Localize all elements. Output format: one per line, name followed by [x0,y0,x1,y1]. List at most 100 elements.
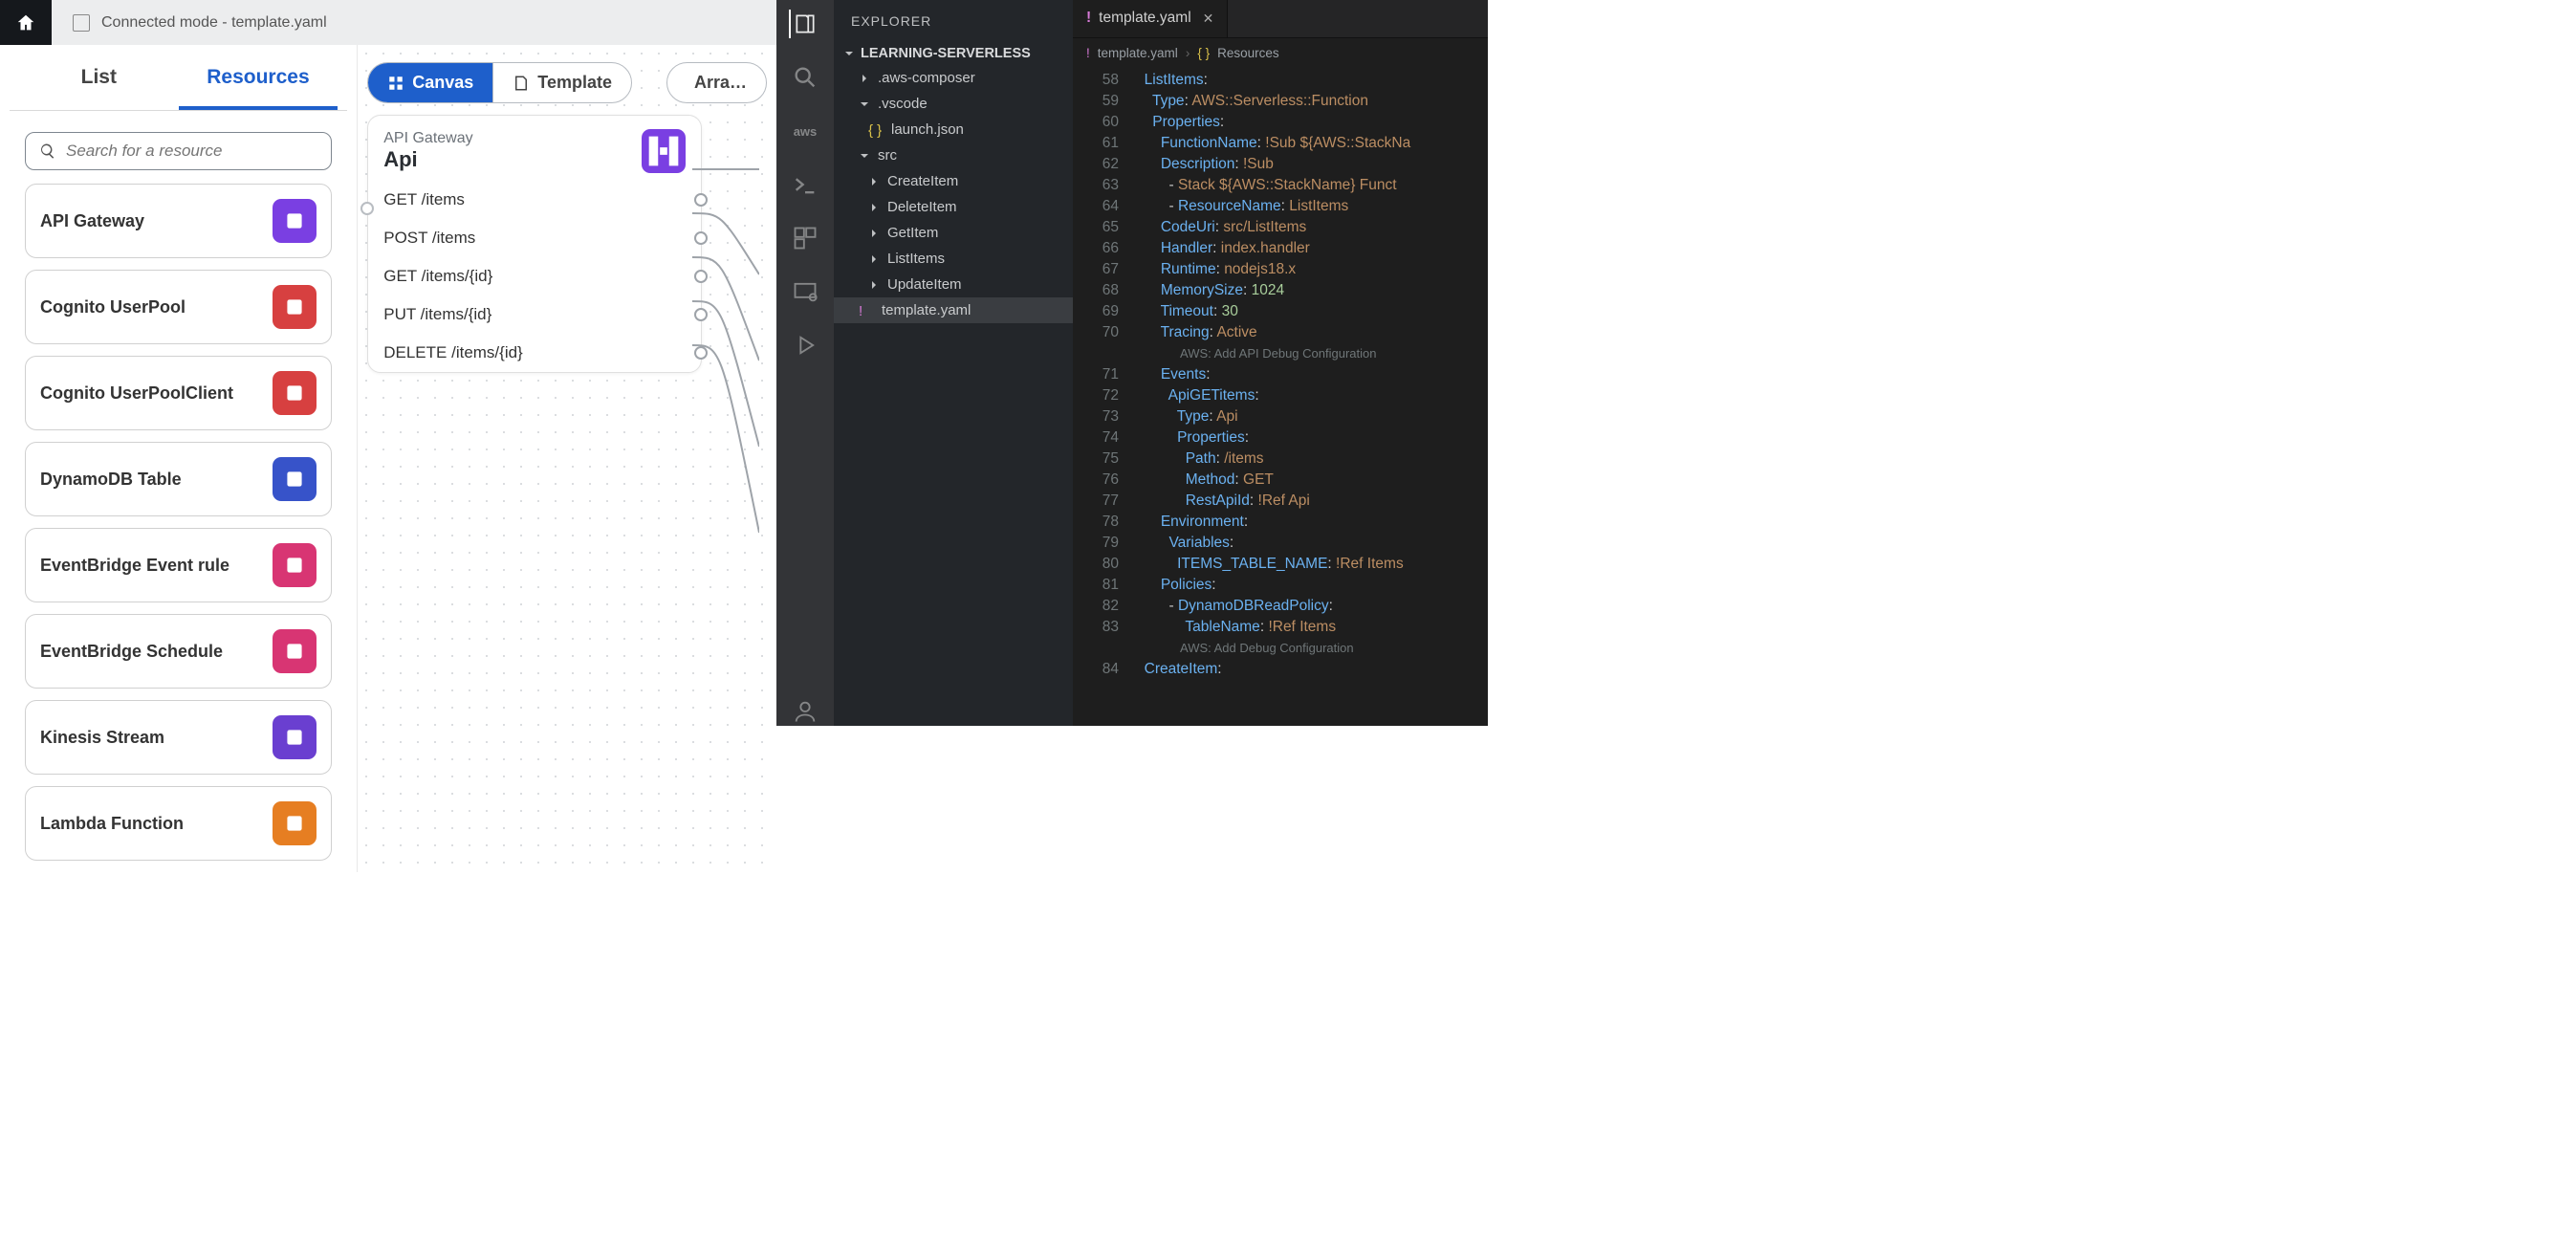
code-line[interactable]: Type: AWS::Serverless::Function [1136,91,1488,112]
code-line[interactable]: ListItems: [1136,70,1488,91]
arrange-button[interactable]: Arra… [666,62,767,103]
code-line[interactable]: RestApiId: !Ref Api [1136,491,1488,512]
codelens-hint[interactable]: AWS: Add API Debug Configuration [1136,343,1488,364]
code-line[interactable]: Runtime: nodejs18.x [1136,259,1488,280]
code-line[interactable]: Description: !Sub [1136,154,1488,175]
explorer-root[interactable]: LEARNING-SERVERLESS [834,42,1073,65]
remote-icon[interactable] [791,277,819,306]
route-item[interactable]: GET /items/{id} [368,257,701,295]
output-port[interactable] [694,231,708,245]
resource-label: EventBridge Event rule [40,556,229,576]
account-icon[interactable] [791,697,819,726]
resource-label: Cognito UserPoolClient [40,383,233,404]
resource-icon [273,285,317,329]
search-icon [39,142,56,160]
code-line[interactable]: FunctionName: !Sub ${AWS::StackNa [1136,133,1488,154]
explorer-item[interactable]: GetItem [834,220,1073,246]
search-input[interactable] [66,142,317,161]
resource-icon [273,801,317,845]
explorer-item[interactable]: UpdateItem [834,272,1073,297]
resource-item[interactable]: Cognito UserPoolClient [25,356,332,430]
explorer-item[interactable]: { }launch.json [834,117,1073,142]
resource-item[interactable]: DynamoDB Table [25,442,332,516]
code-line[interactable]: Type: Api [1136,406,1488,427]
output-port[interactable] [694,346,708,360]
extensions-icon[interactable] [791,224,819,252]
breadcrumb[interactable]: ! template.yaml › { } Resources [1073,38,1488,68]
resource-label: Cognito UserPool [40,297,186,317]
resource-item[interactable]: Kinesis Stream [25,700,332,775]
route-item[interactable]: PUT /items/{id} [368,295,701,334]
card-title: Api [383,147,472,172]
editor-tab[interactable]: ! template.yaml ✕ [1073,0,1228,37]
resource-label: Lambda Function [40,814,184,834]
code-line[interactable]: Method: GET [1136,470,1488,491]
resource-icon [273,715,317,759]
file-icon [73,14,90,32]
code-line[interactable]: Path: /items [1136,448,1488,470]
close-tab-icon[interactable]: ✕ [1203,11,1214,27]
route-item[interactable]: POST /items [368,219,701,257]
code-line[interactable]: CodeUri: src/ListItems [1136,217,1488,238]
output-port[interactable] [694,193,708,207]
resource-item[interactable]: EventBridge Event rule [25,528,332,602]
resource-icon [273,457,317,501]
explorer-item[interactable]: .vscode [834,91,1073,117]
resource-icon [273,629,317,673]
explorer-item[interactable]: src [834,142,1073,168]
explorer-item[interactable]: DeleteItem [834,194,1073,220]
home-button[interactable] [0,0,52,45]
json-icon: { } [868,122,884,138]
api-gateway-card[interactable]: API Gateway Api GET /itemsPOST /itemsGET… [367,115,702,373]
card-subtitle: API Gateway [383,130,472,147]
route-item[interactable]: GET /items [368,181,701,219]
code-line[interactable]: Tracing: Active [1136,322,1488,343]
code-line[interactable]: Properties: [1136,427,1488,448]
explorer-item[interactable]: !template.yaml [834,297,1073,323]
code-line[interactable]: - ResourceName: ListItems [1136,196,1488,217]
resource-item[interactable]: Cognito UserPool [25,270,332,344]
code-line[interactable]: Variables: [1136,533,1488,554]
resource-icon [273,543,317,587]
resource-item[interactable]: Lambda Function [25,786,332,861]
resource-label: Kinesis Stream [40,728,164,748]
code-line[interactable]: CreateItem: [1136,659,1488,680]
code-line[interactable]: ITEMS_TABLE_NAME: !Ref Items [1136,554,1488,575]
codelens-hint[interactable]: AWS: Add Debug Configuration [1136,638,1488,659]
resource-icon [273,199,317,243]
explorer-item[interactable]: CreateItem [834,168,1073,194]
debug-icon[interactable] [791,331,819,360]
explorer-icon[interactable] [789,10,818,38]
resource-item[interactable]: API Gateway [25,184,332,258]
output-port[interactable] [694,308,708,321]
code-line[interactable]: MemorySize: 1024 [1136,280,1488,301]
code-line[interactable]: TableName: !Ref Items [1136,617,1488,638]
code-line[interactable]: - DynamoDBReadPolicy: [1136,596,1488,617]
resource-label: API Gateway [40,211,144,231]
resource-label: EventBridge Schedule [40,642,223,662]
route-item[interactable]: DELETE /items/{id} [368,334,701,372]
code-line[interactable]: Timeout: 30 [1136,301,1488,322]
code-line[interactable]: Properties: [1136,112,1488,133]
tab-list[interactable]: List [19,56,179,110]
explorer-item[interactable]: ListItems [834,246,1073,272]
code-line[interactable]: Events: [1136,364,1488,385]
canvas-button[interactable]: Canvas [368,63,492,102]
template-button[interactable]: Template [492,63,631,102]
search-input-wrap[interactable] [25,132,332,170]
tab-resources[interactable]: Resources [179,56,338,110]
aws-icon[interactable]: aws [791,117,819,145]
terminal-icon[interactable] [791,170,819,199]
resource-item[interactable]: EventBridge Schedule [25,614,332,689]
header-title: Connected mode - template.yaml [101,14,327,32]
output-port[interactable] [694,270,708,283]
connection-wires [692,160,759,600]
search-sidebar-icon[interactable] [791,63,819,92]
explorer-item[interactable]: .aws-composer [834,65,1073,91]
code-line[interactable]: Handler: index.handler [1136,238,1488,259]
code-line[interactable]: ApiGETitems: [1136,385,1488,406]
code-line[interactable]: Environment: [1136,512,1488,533]
code-line[interactable]: - Stack ${AWS::StackName} Funct [1136,175,1488,196]
code-line[interactable]: Policies: [1136,575,1488,596]
explorer-title: EXPLORER [834,0,1073,42]
